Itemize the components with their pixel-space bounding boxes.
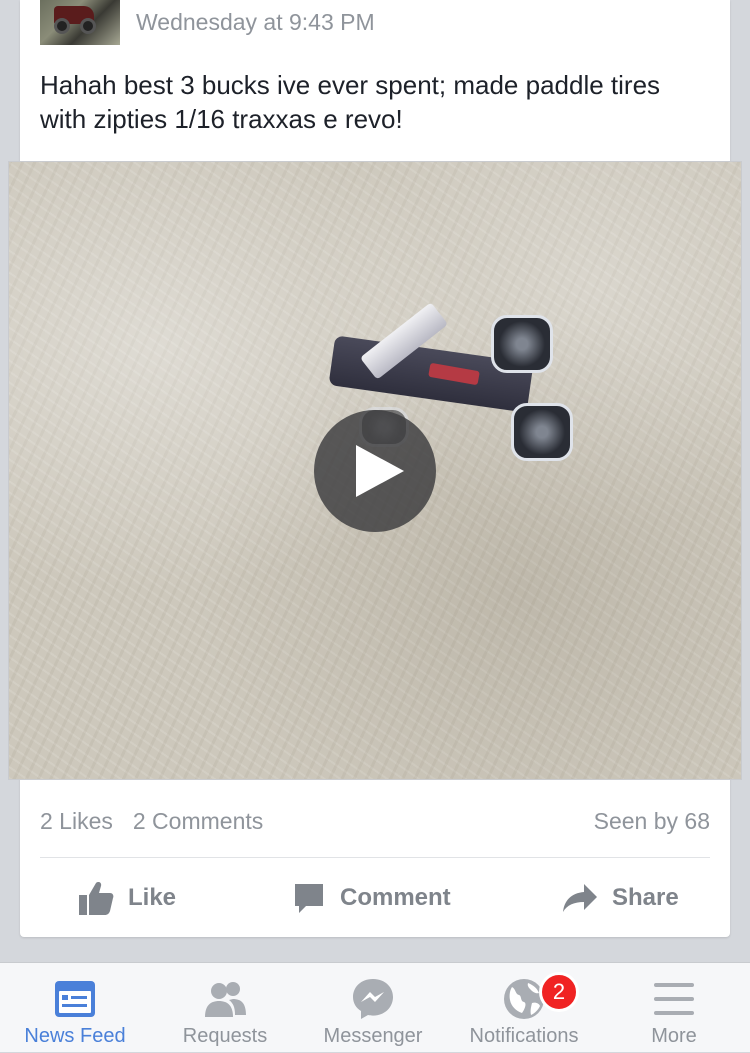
play-icon (356, 445, 404, 497)
comments-count[interactable]: 2 Comments (133, 808, 263, 835)
tab-label: Messenger (323, 1025, 423, 1047)
post-timestamp[interactable]: Wednesday at 9:43 PM (136, 9, 375, 36)
like-label: Like (128, 884, 177, 911)
like-button[interactable]: Like (78, 874, 176, 922)
post-video[interactable] (8, 161, 742, 780)
comment-icon (295, 884, 323, 913)
news-feed-icon (55, 981, 95, 1017)
post-text: Hahah best 3 bucks ive ever spent; made … (40, 70, 661, 134)
avatar-wheel (54, 18, 70, 34)
seen-by-count[interactable]: Seen by 68 (594, 808, 710, 835)
comment-button[interactable]: Comment (292, 874, 451, 922)
tab-requests[interactable]: Requests (150, 963, 300, 1053)
post-card: Wednesday at 9:43 PM Hahah best 3 bucks … (8, 0, 742, 937)
share-label: Share (612, 884, 679, 911)
rc-car-tire (511, 403, 573, 461)
likes-count[interactable]: 2 Likes (40, 808, 113, 835)
tab-notifications[interactable]: 2 Notifications (449, 963, 599, 1053)
comment-label: Comment (340, 884, 451, 911)
author-avatar[interactable] (40, 0, 120, 45)
messenger-icon (353, 979, 393, 1019)
tab-messenger[interactable]: Messenger (298, 963, 448, 1053)
friend-requests-icon (205, 982, 246, 1017)
notifications-badge: 2 (539, 972, 579, 1012)
post-stats: 2 Likes 2 Comments Seen by 68 (40, 808, 710, 835)
tab-label: News Feed (24, 1025, 126, 1047)
tab-label: More (651, 1025, 697, 1047)
tab-more[interactable]: More (599, 963, 749, 1053)
hamburger-menu-icon (654, 983, 694, 1015)
thumbs-up-icon (79, 882, 114, 915)
bottom-tab-bar: News Feed Requests Messenger 2 Notificat… (0, 962, 750, 1052)
tab-label: Notifications (469, 1025, 579, 1047)
tab-news-feed[interactable]: News Feed (0, 963, 150, 1053)
divider (40, 857, 710, 858)
share-arrow-icon (563, 884, 597, 912)
rc-car-tire (491, 315, 553, 373)
share-button[interactable]: Share (562, 874, 679, 922)
play-button[interactable] (314, 410, 436, 532)
tab-label: Requests (182, 1025, 268, 1047)
avatar-wheel (80, 18, 96, 34)
post-actions: Like Comment Share (20, 874, 730, 924)
